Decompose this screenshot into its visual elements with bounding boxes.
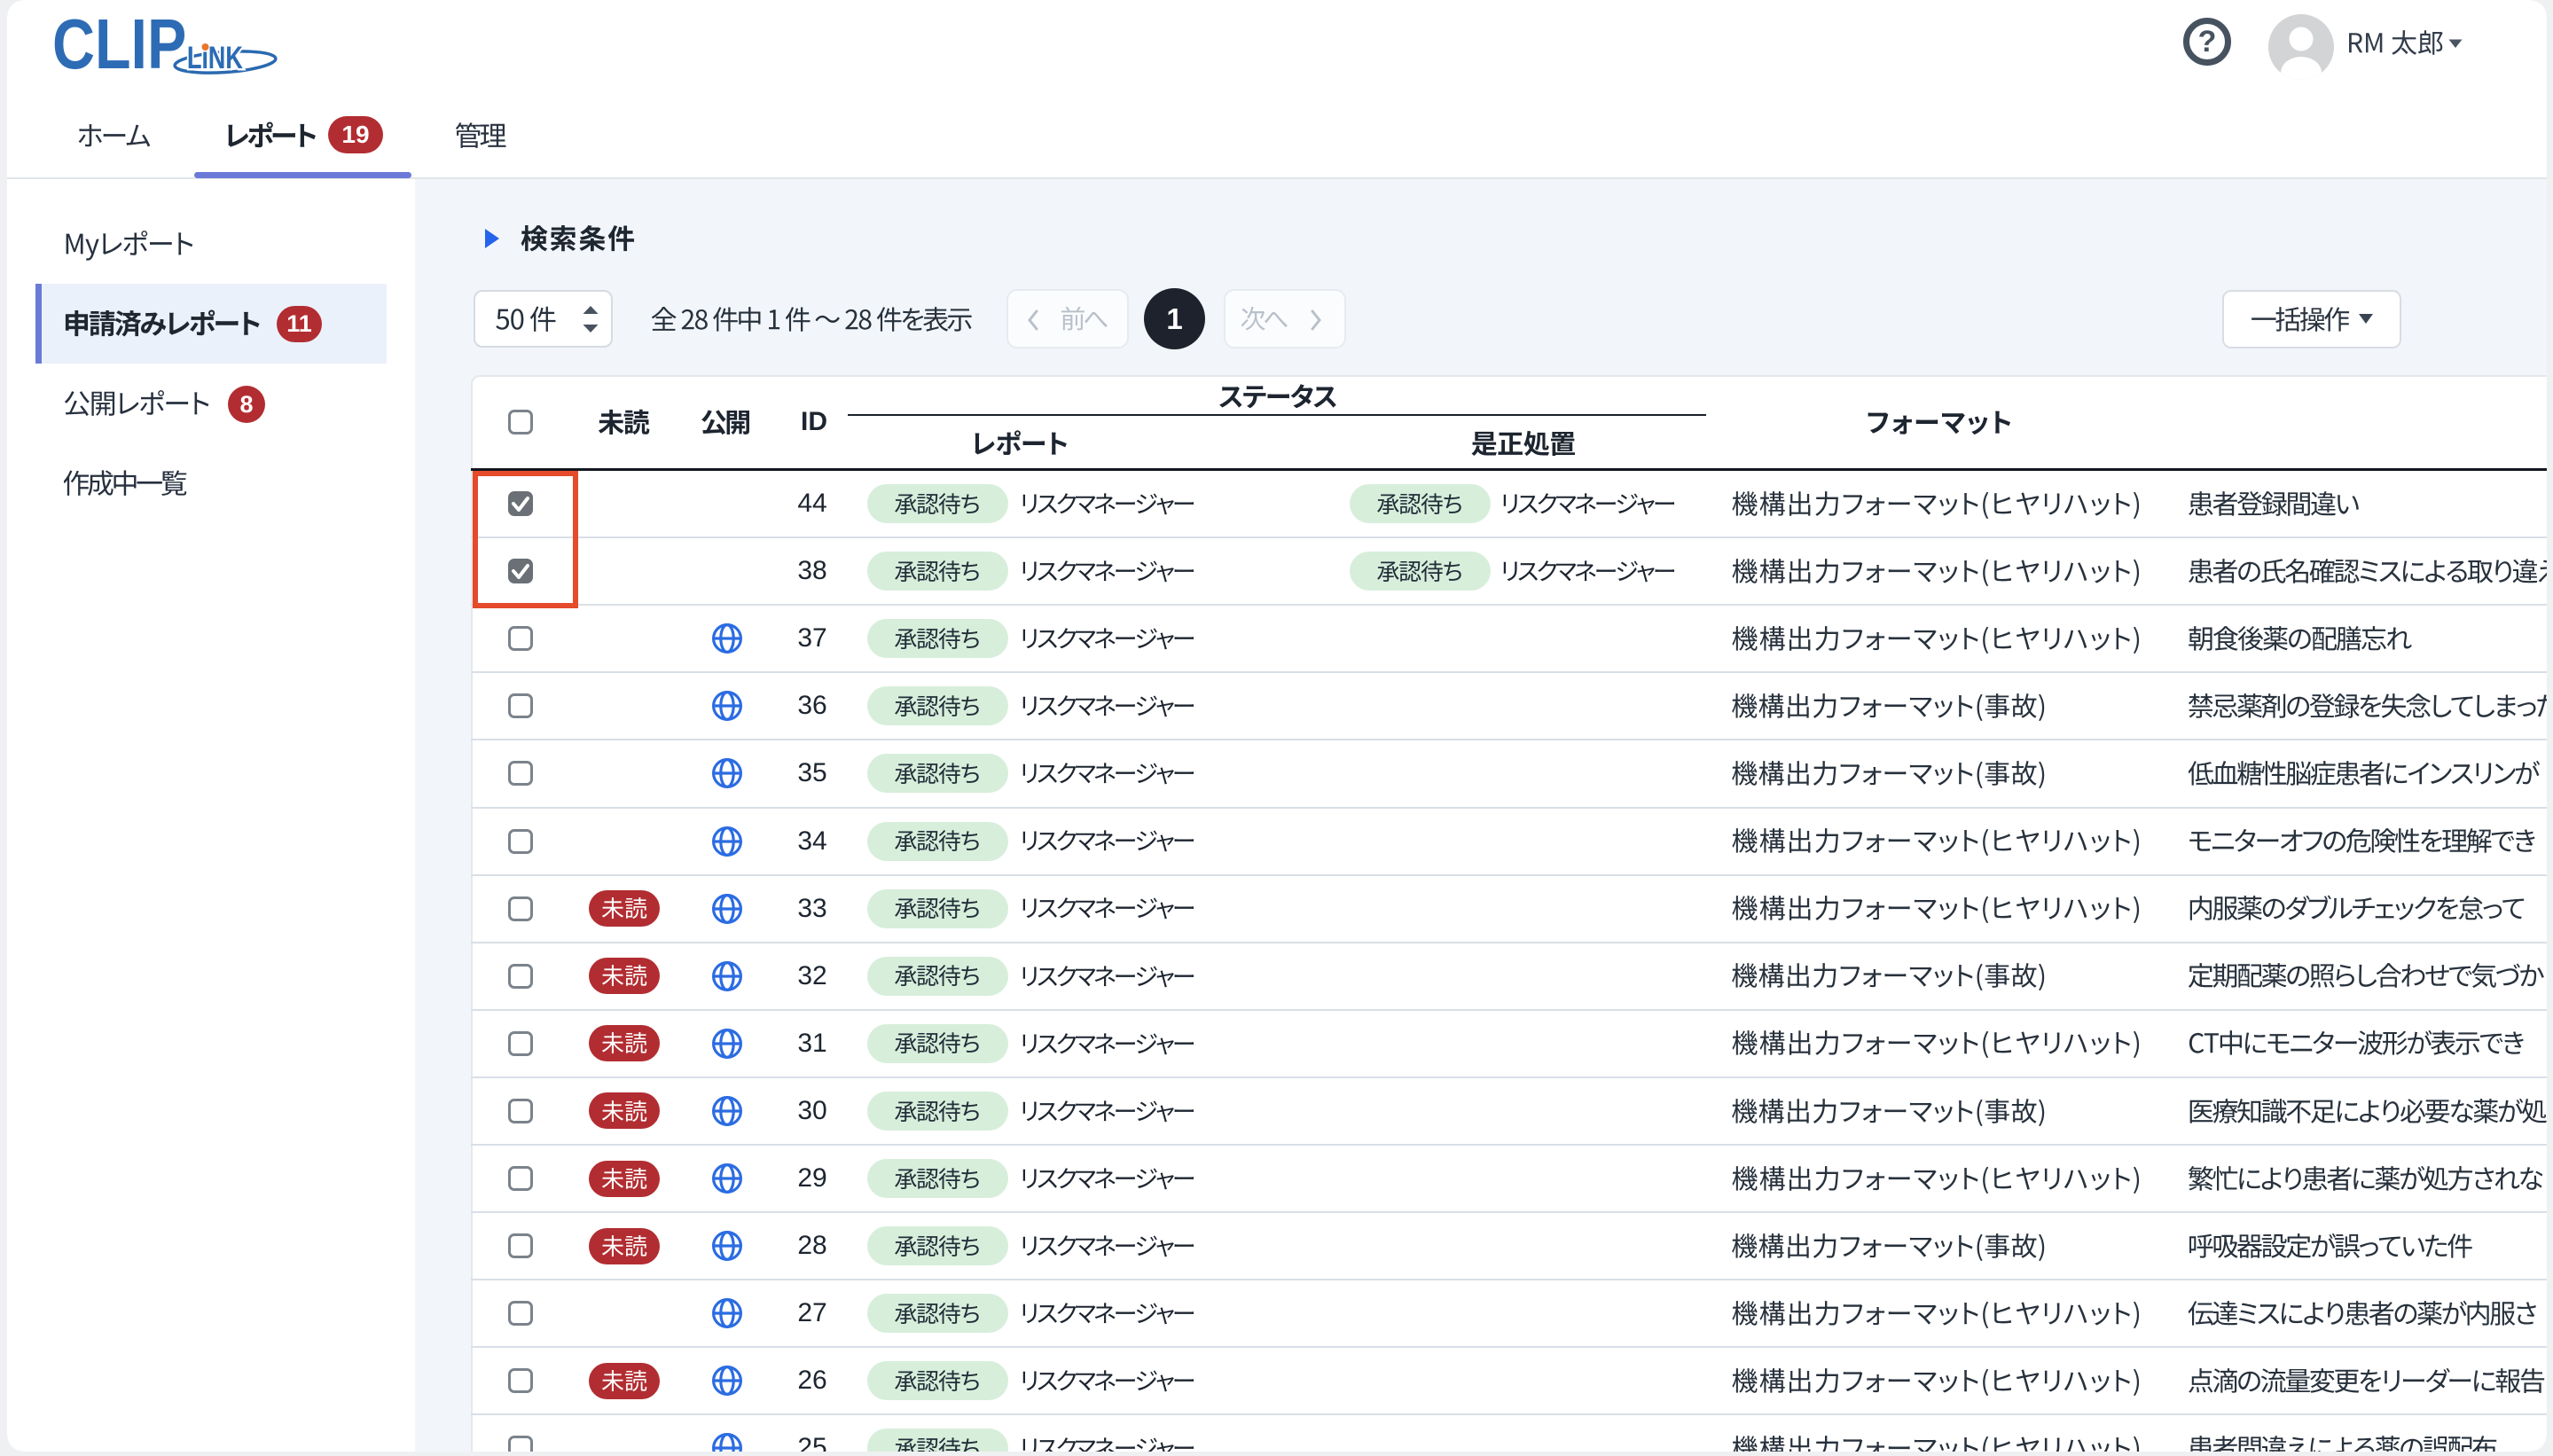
svg-text:LiNK: LiNK <box>187 41 243 75</box>
svg-text:CLIP: CLIP <box>52 7 186 83</box>
svg-text:?: ? <box>2198 25 2217 59</box>
